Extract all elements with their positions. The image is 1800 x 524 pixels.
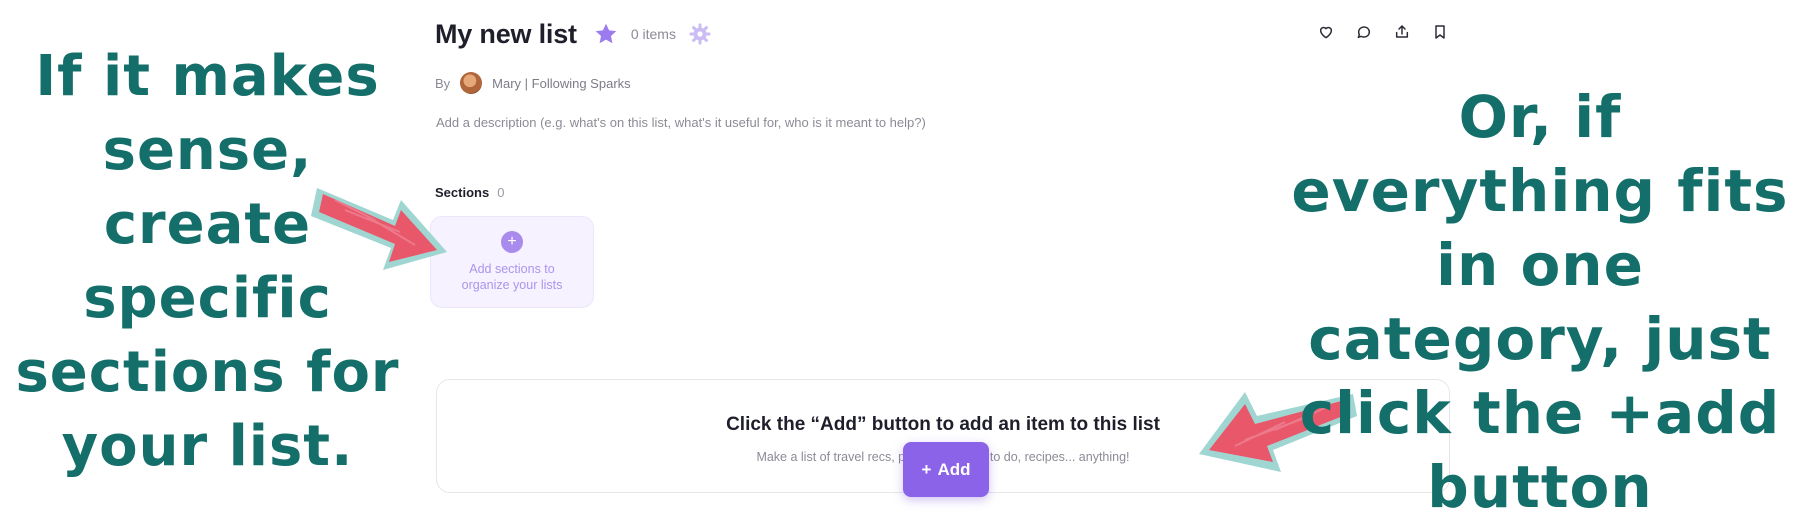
list-actions bbox=[1318, 24, 1448, 40]
list-editor: My new list 0 items By Mary | Following … bbox=[0, 0, 1800, 522]
add-button-label: Add bbox=[937, 459, 971, 479]
add-section-label: Add sections to organize your lists bbox=[461, 262, 563, 292]
avatar[interactable] bbox=[460, 72, 483, 94]
description-field[interactable]: Add a description (e.g. what's on this l… bbox=[436, 115, 926, 130]
item-count: 0 items bbox=[630, 26, 676, 42]
comment-icon[interactable] bbox=[1356, 24, 1372, 40]
heart-icon[interactable] bbox=[1318, 24, 1334, 40]
annotation-left: If it makes sense, create specific secti… bbox=[15, 44, 400, 479]
sections-count: 0 bbox=[497, 185, 505, 200]
plus-icon: + bbox=[921, 459, 932, 479]
bookmark-icon[interactable] bbox=[1432, 24, 1448, 40]
add-item-button[interactable]: + Add bbox=[903, 442, 989, 497]
list-title[interactable]: My new list bbox=[435, 19, 577, 50]
byline: By Mary | Following Sparks bbox=[435, 72, 631, 94]
gear-icon[interactable] bbox=[688, 22, 712, 46]
plus-icon: + bbox=[501, 231, 523, 253]
byline-prefix: By bbox=[435, 75, 451, 91]
share-icon[interactable] bbox=[1394, 24, 1410, 40]
title-row: My new list 0 items bbox=[435, 14, 712, 54]
author-name[interactable]: Mary | Following Sparks bbox=[492, 76, 630, 91]
star-icon[interactable] bbox=[593, 21, 619, 47]
annotation-right: Or, if everything fits in one category, … bbox=[1291, 83, 1789, 521]
